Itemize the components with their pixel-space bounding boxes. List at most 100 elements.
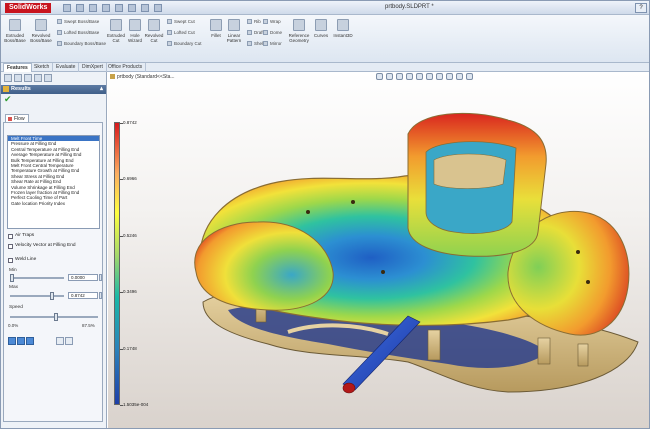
mirror-button[interactable]: Mirror (263, 41, 282, 46)
min-value-input[interactable]: 0.0000 (68, 274, 98, 281)
speed-label: Speed (9, 305, 23, 310)
air-traps-checkbox[interactable]: Air Traps (8, 233, 34, 239)
graphics-area[interactable]: prtbody (Standard<<Sta... 0.8742 0.6966 … (108, 72, 650, 429)
report-icon[interactable] (65, 337, 73, 345)
min-spinner[interactable] (99, 274, 102, 281)
stop-icon[interactable] (26, 337, 34, 345)
swept-cut-button[interactable]: Swept Cut (167, 19, 195, 24)
draft-button[interactable]: Draft (247, 30, 264, 35)
boss-shape (427, 329, 441, 361)
undo-icon[interactable] (115, 4, 123, 12)
curves-button[interactable]: Curves (309, 19, 333, 38)
lofted-boss-label: Lofted Boss/Base (64, 30, 100, 35)
fillet-icon (210, 19, 222, 31)
configuration-icon[interactable] (24, 74, 32, 82)
tab-evaluate[interactable]: Evaluate (53, 63, 80, 72)
min-slider[interactable] (10, 274, 64, 282)
quick-access-toolbar (63, 4, 162, 12)
speed-max-label: 87.5% (82, 323, 95, 328)
shell-button[interactable]: Shell (247, 41, 264, 46)
hole-shape (576, 250, 580, 254)
curves-icon (315, 19, 327, 31)
open-icon[interactable] (76, 4, 84, 12)
record-icon[interactable] (56, 337, 64, 345)
solidworks-logo[interactable]: SolidWorks (5, 3, 52, 13)
instant3d-label: Instant3D (333, 33, 353, 38)
boundary-cut-label: Boundary Cut (174, 41, 202, 46)
hole-wizard-icon (129, 19, 141, 31)
instant3d-button[interactable]: Instant3D (331, 19, 355, 38)
tab-dimxpert[interactable]: DimXpert (79, 63, 107, 72)
boundary-cut-button[interactable]: Boundary Cut (167, 41, 202, 46)
linear-pattern-button[interactable]: Linear Pattern (222, 19, 246, 43)
save-icon[interactable] (89, 4, 97, 12)
linear-pattern-label: Linear Pattern (226, 33, 242, 43)
tab-features[interactable]: Features (3, 63, 32, 72)
reference-geometry-icon (293, 19, 305, 31)
speed-slider-thumb[interactable] (54, 313, 58, 321)
extruded-boss-button[interactable]: Extruded Boss/Base (3, 19, 27, 43)
reference-geometry-button[interactable]: Reference Geometry (287, 19, 311, 43)
swept-boss-button[interactable]: Swept Boss/Base (57, 19, 99, 24)
property-manager-icon[interactable] (14, 74, 22, 82)
max-value-input[interactable]: 0.8742 (68, 292, 98, 299)
display-manager-icon[interactable] (44, 74, 52, 82)
tab-sketch[interactable]: Sketch (31, 63, 54, 72)
dome-button[interactable]: Dome (263, 30, 282, 35)
property-manager: Results ▴ ✔ Flow Melt Front Time Pressur… (1, 72, 107, 428)
collapse-icon[interactable]: ▴ (100, 85, 103, 94)
speed-slider[interactable] (10, 313, 98, 321)
mirror-icon (263, 41, 268, 46)
reference-geometry-label: Reference Geometry (288, 33, 310, 43)
boss-shape (537, 337, 551, 365)
revolved-boss-button[interactable]: Revolved Boss/Base (29, 19, 53, 43)
rebuild-icon[interactable] (141, 4, 149, 12)
checkbox-box (8, 243, 13, 249)
revolved-cut-icon (148, 19, 160, 31)
command-manager: Extruded Boss/Base Revolved Boss/Base Sw… (1, 15, 649, 63)
rib-icon (247, 19, 252, 24)
part-model-render[interactable] (108, 72, 650, 429)
hole-wizard-label: Hole Wizard (127, 33, 142, 43)
max-slider-thumb[interactable] (50, 292, 54, 300)
gate-inlet-shape (342, 382, 356, 394)
select-icon[interactable] (128, 4, 136, 12)
playback-controls (8, 337, 34, 345)
boundary-boss-button[interactable]: Boundary Boss/Base (57, 41, 106, 46)
list-item[interactable]: Gate location Priority Index (8, 201, 99, 206)
min-slider-thumb[interactable] (10, 274, 14, 282)
print-icon[interactable] (102, 4, 110, 12)
revolved-cut-button[interactable]: Revolved Cut (142, 19, 166, 43)
lofted-cut-button[interactable]: Lofted Cut (167, 30, 195, 35)
results-listbox[interactable]: Melt Front Time Pressure at Filling End … (7, 135, 100, 229)
help-button[interactable]: ? (635, 3, 647, 13)
flow-icon (8, 117, 12, 121)
feature-manager-tabs (1, 72, 106, 85)
results-title: Results (11, 86, 31, 92)
document-title: prtbody.SLDPRT * (385, 4, 434, 10)
feature-tree-icon[interactable] (4, 74, 12, 82)
dimxpert-icon[interactable] (34, 74, 42, 82)
title-bar: SolidWorks prtbody.SLDPRT * ? (1, 1, 649, 15)
extruded-boss-label: Extruded Boss/Base (4, 33, 26, 43)
new-icon[interactable] (63, 4, 71, 12)
play-icon[interactable] (8, 337, 16, 345)
tab-office-products[interactable]: Office Products (105, 63, 147, 72)
loft-icon (57, 30, 62, 35)
weld-line-label: Weld Line (15, 257, 37, 262)
velocity-vector-checkbox[interactable]: Velocity Vector at Filling End (8, 243, 98, 249)
boundary-boss-label: Boundary Boss/Base (64, 41, 107, 46)
max-slider[interactable] (10, 292, 64, 300)
results-header: Results ▴ (1, 85, 106, 94)
max-spinner[interactable] (99, 292, 102, 299)
weld-line-checkbox[interactable]: Weld Line (8, 257, 36, 263)
lofted-boss-button[interactable]: Lofted Boss/Base (57, 30, 99, 35)
revolve-icon (35, 19, 47, 31)
ok-button[interactable]: ✔ (1, 94, 106, 104)
mirror-label: Mirror (270, 41, 282, 46)
wrap-button[interactable]: Wrap (263, 19, 281, 24)
rib-button[interactable]: Rib (247, 19, 261, 24)
options-icon[interactable] (154, 4, 162, 12)
instant3d-icon (337, 19, 349, 31)
pause-icon[interactable] (17, 337, 25, 345)
